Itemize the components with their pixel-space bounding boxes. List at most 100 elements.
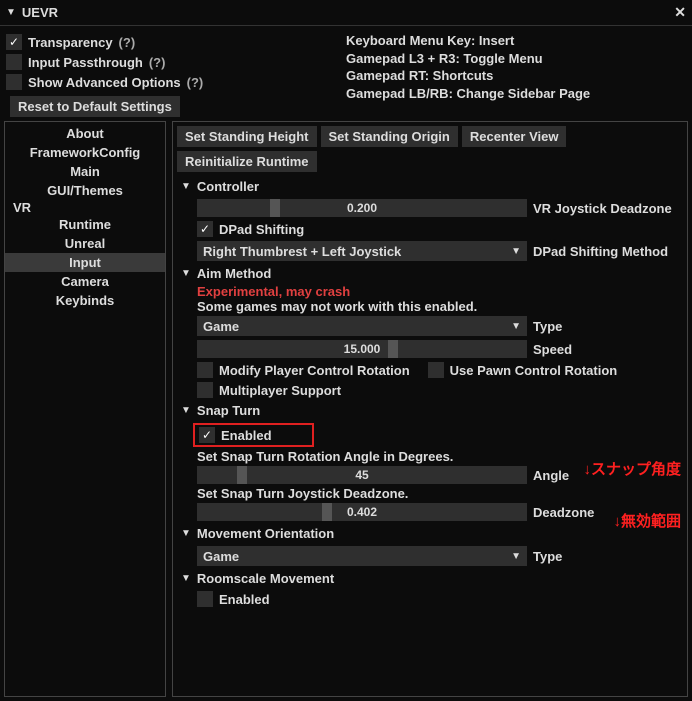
aim-warning: Experimental, may crash [177,284,683,299]
snap-header-label: Snap Turn [197,403,260,418]
sidebar-item-gui[interactable]: GUI/Themes [5,181,165,200]
snap-angle-row: 45 Angle [177,464,683,486]
chevron-down-icon: ▼ [181,573,191,584]
dpad-shifting-row: DPad Shifting [177,219,683,239]
reset-defaults-button[interactable]: Reset to Default Settings [10,96,180,117]
aim-header-label: Aim Method [197,266,271,281]
top-section: Transparency (?) Input Passthrough (?) S… [0,26,692,117]
roomscale-enabled-label: Enabled [219,592,270,607]
sidebar-item-framework[interactable]: FrameworkConfig [5,143,165,162]
set-standing-origin-button[interactable]: Set Standing Origin [321,126,458,147]
vr-deadzone-slider[interactable]: 0.200 [197,199,527,217]
snap-angle-label: Angle [533,468,569,483]
advanced-checkbox[interactable] [6,74,22,90]
dpad-method-value: Right Thumbrest + Left Joystick [203,244,401,259]
snap-section-header[interactable]: ▼ Snap Turn [177,400,683,421]
info-line: Gamepad RT: Shortcuts [346,67,682,85]
help-icon[interactable]: (?) [187,75,204,90]
movement-header-label: Movement Orientation [197,526,334,541]
sidebar-item-unreal[interactable]: Unreal [5,234,165,253]
vr-deadzone-value: 0.200 [347,201,377,215]
slider-handle[interactable] [388,340,398,358]
modify-rotation-checkbox[interactable] [197,362,213,378]
dpad-method-dropdown[interactable]: Right Thumbrest + Left Joystick ▼ [197,241,527,261]
passthrough-option: Input Passthrough (?) [6,52,336,72]
slider-handle[interactable] [237,466,247,484]
sidebar-item-keybinds[interactable]: Keybinds [5,291,165,310]
advanced-option: Show Advanced Options (?) [6,72,336,92]
uevr-window: ▼ UEVR ✕ Transparency (?) Input Passthro… [0,0,692,701]
controller-header-label: Controller [197,179,259,194]
roomscale-section-header[interactable]: ▼ Roomscale Movement [177,568,683,589]
movement-type-value: Game [203,549,239,564]
advanced-label: Show Advanced Options [28,75,181,90]
window-title: UEVR [22,5,58,20]
chevron-down-icon: ▼ [181,528,191,539]
snap-angle-value: 45 [355,468,368,482]
controller-section-header[interactable]: ▼ Controller [177,176,683,197]
dpad-shifting-checkbox[interactable] [197,221,213,237]
multiplayer-checkbox[interactable] [197,382,213,398]
movement-type-dropdown[interactable]: Game ▼ [197,546,527,566]
collapse-triangle-icon[interactable]: ▼ [6,7,16,18]
passthrough-checkbox[interactable] [6,54,22,70]
snap-dz-note: Set Snap Turn Joystick Deadzone. [177,486,683,501]
snap-dz-value: 0.402 [347,505,377,519]
roomscale-enabled-checkbox[interactable] [197,591,213,607]
aim-type-dropdown[interactable]: Game ▼ [197,316,527,336]
sidebar: About FrameworkConfig Main GUI/Themes VR… [4,121,166,697]
help-icon[interactable]: (?) [119,35,136,50]
main-row: About FrameworkConfig Main GUI/Themes VR… [0,117,692,701]
transparency-checkbox[interactable] [6,34,22,50]
roomscale-header-label: Roomscale Movement [197,571,334,586]
aim-type-value: Game [203,319,239,334]
aim-section-header[interactable]: ▼ Aim Method [177,263,683,284]
recenter-view-button[interactable]: Recenter View [462,126,567,147]
dpad-method-label: DPad Shifting Method [533,244,668,259]
aim-type-row: Game ▼ Type [177,314,683,338]
info-line: Keyboard Menu Key: Insert [346,32,682,50]
sidebar-item-input[interactable]: Input [5,253,165,272]
sidebar-item-about[interactable]: About [5,124,165,143]
multiplayer-row: Multiplayer Support [177,380,683,400]
chevron-down-icon: ▼ [181,405,191,416]
roomscale-enabled-row: Enabled [177,589,683,609]
chevron-down-icon: ▼ [511,246,521,257]
vr-deadzone-label: VR Joystick Deadzone [533,201,672,216]
aim-speed-label: Speed [533,342,572,357]
slider-handle[interactable] [322,503,332,521]
snap-enabled-label: Enabled [221,428,272,443]
sidebar-group-vr[interactable]: VR [5,200,165,215]
passthrough-label: Input Passthrough [28,55,143,70]
sidebar-item-main[interactable]: Main [5,162,165,181]
dpad-method-row: Right Thumbrest + Left Joystick ▼ DPad S… [177,239,683,263]
content-panel: Set Standing Height Set Standing Origin … [172,121,688,697]
snap-enabled-checkbox[interactable] [199,427,215,443]
pawn-rotation-label: Use Pawn Control Rotation [450,363,618,378]
chevron-down-icon: ▼ [181,181,191,192]
movement-type-label: Type [533,549,562,564]
help-icon[interactable]: (?) [149,55,166,70]
keybind-info: Keyboard Menu Key: Insert Gamepad L3 + R… [346,32,682,117]
close-icon[interactable]: ✕ [674,4,686,21]
pawn-rotation-checkbox[interactable] [428,362,444,378]
chevron-down-icon: ▼ [511,551,521,562]
movement-section-header[interactable]: ▼ Movement Orientation [177,523,683,544]
snap-dz-label: Deadzone [533,505,594,520]
aim-speed-value: 15.000 [344,342,381,356]
titlebar: ▼ UEVR ✕ [0,0,692,26]
sidebar-item-runtime[interactable]: Runtime [5,215,165,234]
snap-dz-slider[interactable]: 0.402 [197,503,527,521]
snap-angle-note: Set Snap Turn Rotation Angle in Degrees. [177,449,683,464]
snap-angle-slider[interactable]: 45 [197,466,527,484]
slider-handle[interactable] [270,199,280,217]
snap-dz-row: 0.402 Deadzone [177,501,683,523]
set-standing-height-button[interactable]: Set Standing Height [177,126,317,147]
aim-speed-slider[interactable]: 15.000 [197,340,527,358]
aim-note: Some games may not work with this enable… [177,299,683,314]
aim-flags-row: Modify Player Control Rotation Use Pawn … [177,360,683,380]
sidebar-item-camera[interactable]: Camera [5,272,165,291]
aim-speed-row: 15.000 Speed [177,338,683,360]
reinitialize-runtime-button[interactable]: Reinitialize Runtime [177,151,317,172]
chevron-down-icon: ▼ [181,268,191,279]
